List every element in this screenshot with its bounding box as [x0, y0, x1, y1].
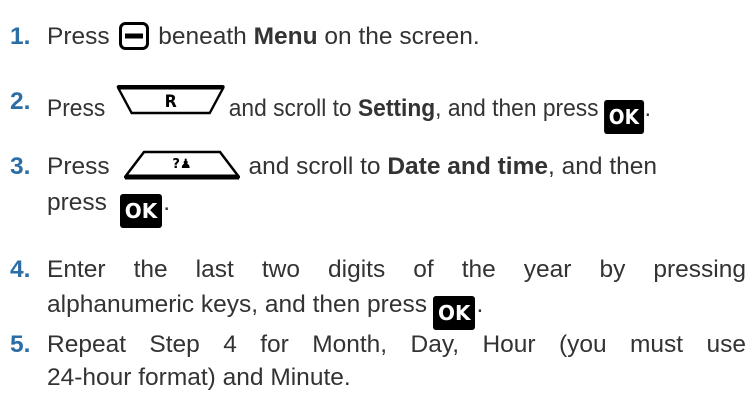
step-3: 3. Press ?♟ and scroll to Date and time,… — [10, 150, 746, 228]
step-3-period: . — [163, 189, 171, 216]
step-2: 2. Press R and scroll to Setting, and th… — [10, 85, 746, 134]
step-1-tail-text: on the screen. — [324, 23, 480, 50]
step-5-line-1: Repeat Step 4 for Month, Day, Hour (you … — [47, 331, 746, 358]
step-3-scroll-text: and scroll to — [248, 153, 381, 180]
step-2-period: . — [644, 95, 651, 122]
scroll-down-key-icon: R — [117, 85, 226, 115]
scroll-down-key-label: R — [165, 91, 178, 111]
step-1-press-text: Press — [47, 23, 117, 50]
step-2-then-text: , and then press — [435, 95, 599, 122]
ok-key-icon: OK — [119, 194, 163, 228]
step-2-press-text: Press — [47, 95, 112, 122]
step-4-line-1: Enter the last two digits of the year by… — [47, 256, 746, 283]
step-number: 2. — [10, 88, 31, 115]
step-2-scroll-text: and scroll to — [228, 95, 352, 122]
step-3-line-1: Press ?♟ and scroll to Date and time, an… — [47, 150, 746, 183]
ok-key-icon: OK — [604, 100, 644, 134]
scroll-up-key-label: ?♟ — [173, 157, 192, 172]
menu-softkey-icon — [119, 22, 150, 50]
step-number: 5. — [10, 331, 31, 358]
step-5: 5. Repeat Step 4 for Month, Day, Hour (y… — [10, 328, 746, 394]
step-4-period: . — [476, 291, 484, 318]
step-text: Press beneath Menu on the screen. — [47, 20, 746, 53]
scroll-up-key-icon: ?♟ — [124, 150, 241, 180]
date-and-time-label: Date and time — [387, 153, 549, 180]
menu-label: Menu — [253, 23, 325, 50]
step-3-press-text: Press — [47, 153, 117, 180]
step-text: Enter the last two digits of the year by… — [47, 253, 746, 330]
step-3-press-word: press — [47, 189, 114, 216]
step-text: Press R and scroll to Setting, and then … — [47, 85, 746, 134]
step-5-line-2: 24-hour format) and Minute. — [47, 364, 351, 391]
step-number: 4. — [10, 256, 31, 283]
step-4-line-2-text: alphanumeric keys, and then press — [47, 291, 427, 318]
step-4: 4. Enter the last two digits of the year… — [10, 253, 746, 330]
step-text: Press ?♟ and scroll to Date and time, an… — [47, 150, 746, 228]
step-3-then-text: , and then — [548, 153, 657, 180]
step-1: 1. Press beneath Menu on the screen. — [10, 20, 746, 53]
step-1-beneath-text: beneath — [158, 23, 254, 50]
step-number: 1. — [10, 23, 31, 50]
step-text: Repeat Step 4 for Month, Day, Hour (you … — [47, 328, 746, 394]
step-3-line-2: press OK. — [47, 186, 746, 228]
ok-key-icon: OK — [432, 296, 476, 330]
step-4-line-2: alphanumeric keys, and then press OK. — [47, 288, 746, 330]
step-number: 3. — [10, 153, 31, 180]
setting-label: Setting — [357, 95, 436, 122]
